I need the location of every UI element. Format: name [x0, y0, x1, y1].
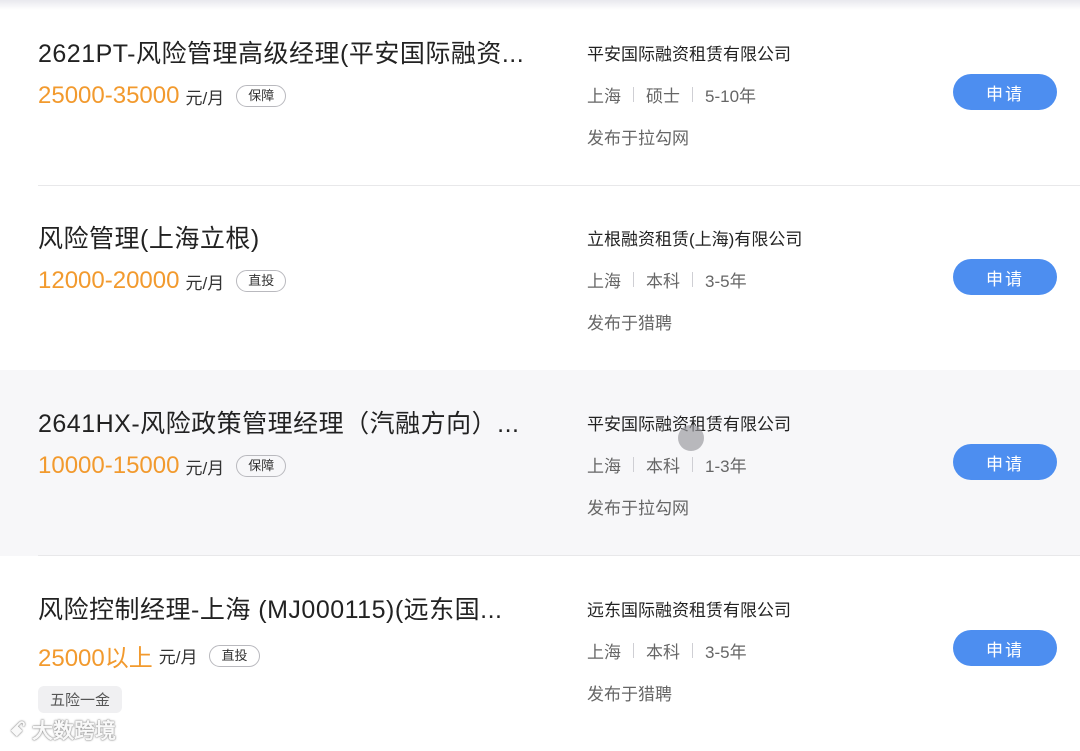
job-source: 发布于猎聘: [587, 685, 672, 704]
divider: [633, 272, 634, 287]
divider: [633, 457, 634, 472]
divider: [633, 643, 634, 658]
city: 上海: [587, 457, 621, 476]
job-card[interactable]: 2621PT-风险管理高级经理(平安国际融资... 25000-35000 元/…: [0, 0, 1080, 186]
divider: [692, 272, 693, 287]
job-tag: 保障: [236, 85, 287, 107]
salary-row: 25000以上 元/月 直投: [38, 638, 260, 673]
watermark-text: 大数跨境: [31, 720, 116, 743]
job-source: 发布于猎聘: [587, 314, 672, 333]
salary: 12000-20000: [38, 267, 180, 294]
experience: 3-5年: [705, 643, 747, 662]
job-tag: 直投: [236, 270, 287, 292]
education: 本科: [646, 457, 680, 476]
divider: [692, 87, 693, 102]
salary: 25000-35000: [38, 82, 180, 109]
divider: [692, 643, 693, 658]
job-card[interactable]: 风险控制经理-上海 (MJ000115)(远东国... 25000以上 元/月 …: [0, 556, 1080, 742]
job-title[interactable]: 风险控制经理-上海 (MJ000115)(远东国...: [38, 590, 538, 626]
city: 上海: [587, 87, 621, 106]
divider: [633, 87, 634, 102]
job-tag: 直投: [209, 644, 260, 667]
salary-row: 12000-20000 元/月 直投: [38, 267, 287, 295]
job-card[interactable]: 2641HX-风险政策管理经理（汽融方向）... 10000-15000 元/月…: [0, 370, 1080, 556]
salary-unit: 元/月: [158, 648, 198, 667]
watermark-logo-icon: ꗃ: [10, 718, 26, 741]
salary-row: 10000-15000 元/月 保障: [38, 452, 287, 480]
city: 上海: [587, 272, 621, 291]
salary: 10000-15000: [38, 452, 180, 479]
job-card[interactable]: 风险管理(上海立根) 12000-20000 元/月 直投 立根融资租赁(上海)…: [0, 185, 1080, 371]
experience: 1-3年: [705, 457, 747, 476]
salary: 25000以上: [38, 645, 153, 672]
watermark: ꗃ 大数跨境: [10, 715, 116, 745]
apply-button[interactable]: 申请: [953, 259, 1057, 295]
job-title[interactable]: 2621PT-风险管理高级经理(平安国际融资...: [38, 34, 538, 70]
job-source: 发布于拉勾网: [587, 499, 689, 518]
company-name[interactable]: 立根融资租赁(上海)有限公司: [587, 225, 802, 250]
city: 上海: [587, 643, 621, 662]
salary-unit: 元/月: [185, 458, 225, 478]
salary-row: 25000-35000 元/月 保障: [38, 82, 287, 110]
apply-button[interactable]: 申请: [953, 630, 1057, 666]
education: 本科: [646, 643, 680, 662]
job-meta: 上海 本科 3-5年: [587, 267, 747, 292]
salary-unit: 元/月: [185, 88, 225, 108]
company-name[interactable]: 远东国际融资租赁有限公司: [587, 596, 791, 621]
experience: 3-5年: [705, 272, 747, 291]
job-meta: 上海 本科 1-3年: [587, 452, 747, 477]
education: 硕士: [646, 87, 680, 106]
job-meta: 上海 硕士 5-10年: [587, 82, 756, 107]
experience: 5-10年: [705, 87, 757, 106]
job-source: 发布于拉勾网: [587, 129, 689, 148]
apply-button[interactable]: 申请: [953, 444, 1057, 480]
job-title[interactable]: 风险管理(上海立根): [38, 219, 538, 255]
touch-indicator: [678, 425, 704, 451]
company-name[interactable]: 平安国际融资租赁有限公司: [587, 40, 791, 65]
salary-unit: 元/月: [185, 273, 225, 293]
job-title[interactable]: 2641HX-风险政策管理经理（汽融方向）...: [38, 404, 538, 440]
divider: [692, 457, 693, 472]
education: 本科: [646, 272, 680, 291]
apply-button[interactable]: 申请: [953, 74, 1057, 110]
job-meta: 上海 本科 3-5年: [587, 638, 747, 663]
benefit-tag: 五险一金: [38, 686, 123, 713]
job-tag: 保障: [236, 455, 287, 477]
